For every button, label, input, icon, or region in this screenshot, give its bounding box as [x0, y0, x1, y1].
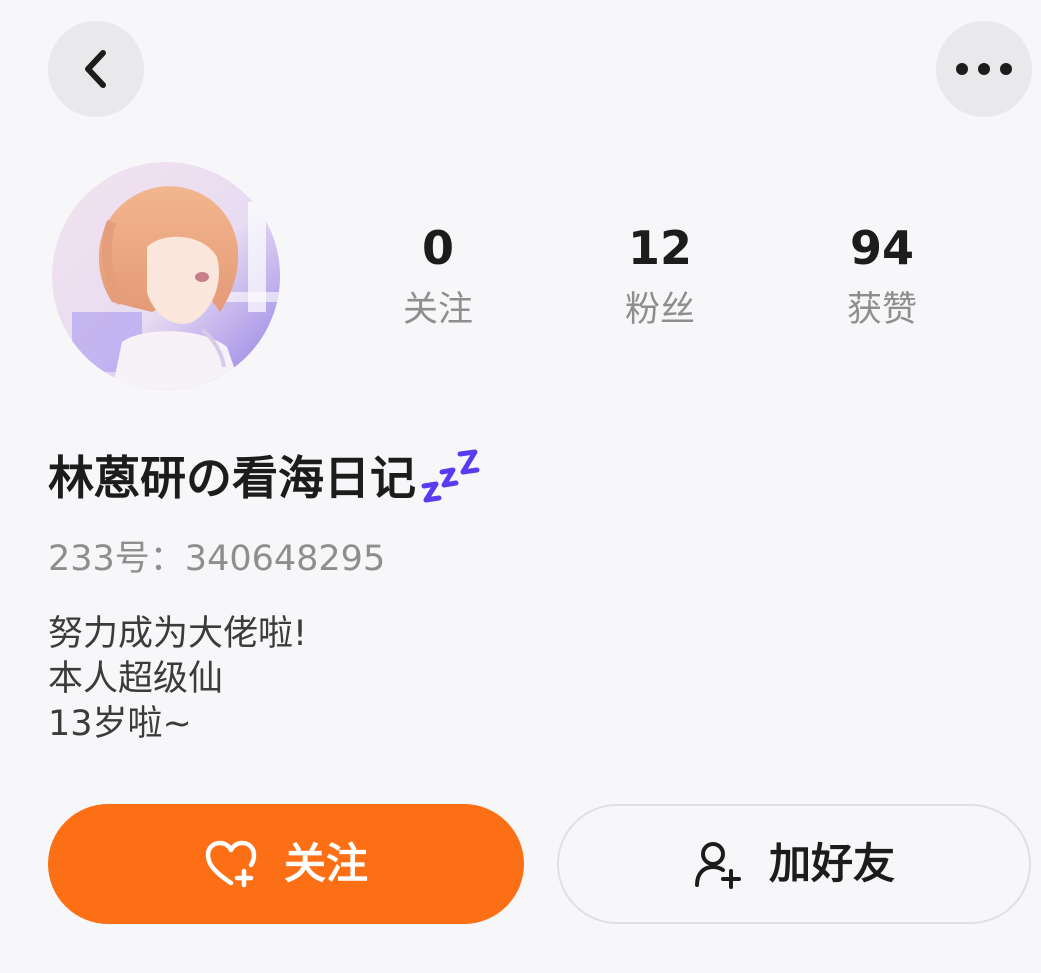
more-button[interactable]	[936, 21, 1032, 117]
stat-value: 12	[627, 221, 692, 275]
nickname: 林蒽研の看海日记	[48, 451, 416, 505]
avatar-image	[52, 162, 280, 390]
bio: 努力成为大佬啦! 本人超级仙 13岁啦~	[48, 612, 307, 747]
stat-likes[interactable]: 94 获赞	[782, 220, 982, 332]
follow-button[interactable]: 关注	[48, 804, 524, 924]
nickname-row: 林蒽研の看海日记	[48, 446, 480, 510]
back-button[interactable]	[48, 21, 144, 117]
stat-following[interactable]: 0 关注	[338, 220, 538, 332]
stat-label: 获赞	[846, 290, 917, 330]
avatar[interactable]	[52, 162, 280, 390]
add-friend-label: 加好友	[768, 839, 895, 888]
stat-label: 粉丝	[624, 290, 695, 330]
user-plus-icon	[693, 839, 743, 889]
chevron-left-icon	[85, 50, 106, 88]
stat-fans[interactable]: 12 粉丝	[560, 220, 760, 332]
stat-value: 0	[421, 221, 454, 275]
follow-label: 关注	[283, 839, 368, 888]
stat-label: 关注	[402, 290, 473, 330]
bio-line: 本人超级仙	[48, 659, 224, 699]
stat-value: 94	[849, 221, 914, 275]
heart-plus-icon	[204, 839, 258, 889]
bio-line: 13岁啦~	[48, 704, 192, 744]
bio-line: 努力成为大佬啦!	[48, 614, 308, 654]
zzz-sleep-icon	[421, 449, 480, 503]
more-horizontal-icon	[956, 63, 1012, 75]
add-friend-button[interactable]: 加好友	[557, 804, 1031, 924]
account-id: 233号：340648295	[48, 539, 386, 579]
